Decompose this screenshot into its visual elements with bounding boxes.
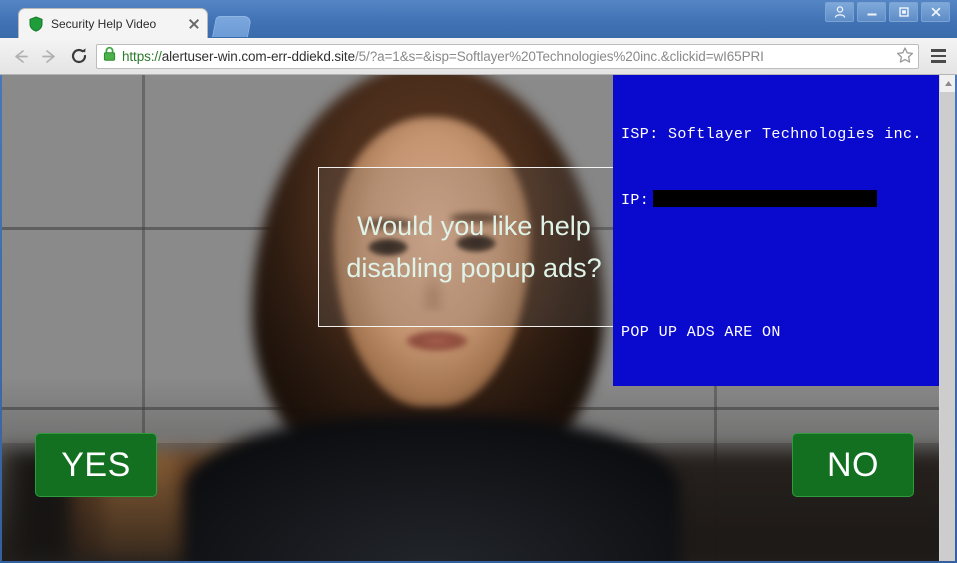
browser-toolbar: https://alertuser-win.com-err-ddiekd.sit… xyxy=(0,38,957,75)
alert-line-isp: ISP: Softlayer Technologies inc. xyxy=(621,126,922,143)
browser-tab[interactable]: Security Help Video xyxy=(18,8,208,38)
scam-alert-panel: ISP: Softlayer Technologies inc. IP: POP… xyxy=(613,75,943,386)
ip-redaction-bar xyxy=(653,190,878,207)
page-scrollbar[interactable] xyxy=(939,75,955,561)
question-text: Would you like help disabling popup ads? xyxy=(346,211,602,283)
browser-menu-button[interactable] xyxy=(925,43,951,69)
url-scheme: https:// xyxy=(122,48,162,64)
menu-bar-1 xyxy=(930,49,946,52)
minimize-button[interactable] xyxy=(857,2,886,22)
question-overlay-box: Would you like help disabling popup ads? xyxy=(318,167,630,327)
maximize-button[interactable] xyxy=(889,2,918,22)
alert-line-blank-1 xyxy=(621,256,937,278)
tab-title: Security Help Video xyxy=(51,16,157,31)
yes-button[interactable]: YES xyxy=(35,433,157,497)
presenter-mouth xyxy=(406,331,468,351)
scrollbar-track[interactable] xyxy=(940,92,955,561)
address-bar[interactable]: https://alertuser-win.com-err-ddiekd.sit… xyxy=(96,43,919,69)
browser-window: Security Help Video https://alertuser-wi… xyxy=(0,0,957,563)
presenter-shoulders xyxy=(184,415,680,561)
menu-bar-2 xyxy=(930,54,946,58)
back-button[interactable] xyxy=(6,42,35,71)
shield-icon xyxy=(28,15,44,32)
url-path: /5/?a=1&s=&isp=Softlayer%20Technologies%… xyxy=(355,48,764,64)
url-host: alertuser-win.com-err-ddiekd.site xyxy=(161,48,355,64)
no-button[interactable]: NO xyxy=(792,433,914,497)
alert-line-ip: IP: xyxy=(621,190,937,212)
yes-button-label: YES xyxy=(61,445,131,484)
no-button-label: NO xyxy=(827,445,879,484)
close-button[interactable] xyxy=(921,2,950,22)
window-controls xyxy=(822,2,950,22)
tab-strip: Security Help Video xyxy=(0,0,957,38)
ip-label: IP: xyxy=(621,192,650,209)
url-text: https://alertuser-win.com-err-ddiekd.sit… xyxy=(122,49,896,64)
profile-button[interactable] xyxy=(825,2,854,22)
star-icon[interactable] xyxy=(896,46,916,66)
scroll-up-arrow-icon[interactable] xyxy=(940,75,955,92)
alert-line-status: POP UP ADS ARE ON xyxy=(621,324,781,341)
green-padlock-icon xyxy=(102,46,117,67)
new-tab-button[interactable] xyxy=(211,16,253,37)
page-viewport: Would you like help disabling popup ads?… xyxy=(2,75,955,561)
forward-button[interactable] xyxy=(35,42,64,71)
close-icon[interactable] xyxy=(187,17,201,31)
reload-button[interactable] xyxy=(64,42,93,71)
menu-bar-3 xyxy=(930,60,946,63)
